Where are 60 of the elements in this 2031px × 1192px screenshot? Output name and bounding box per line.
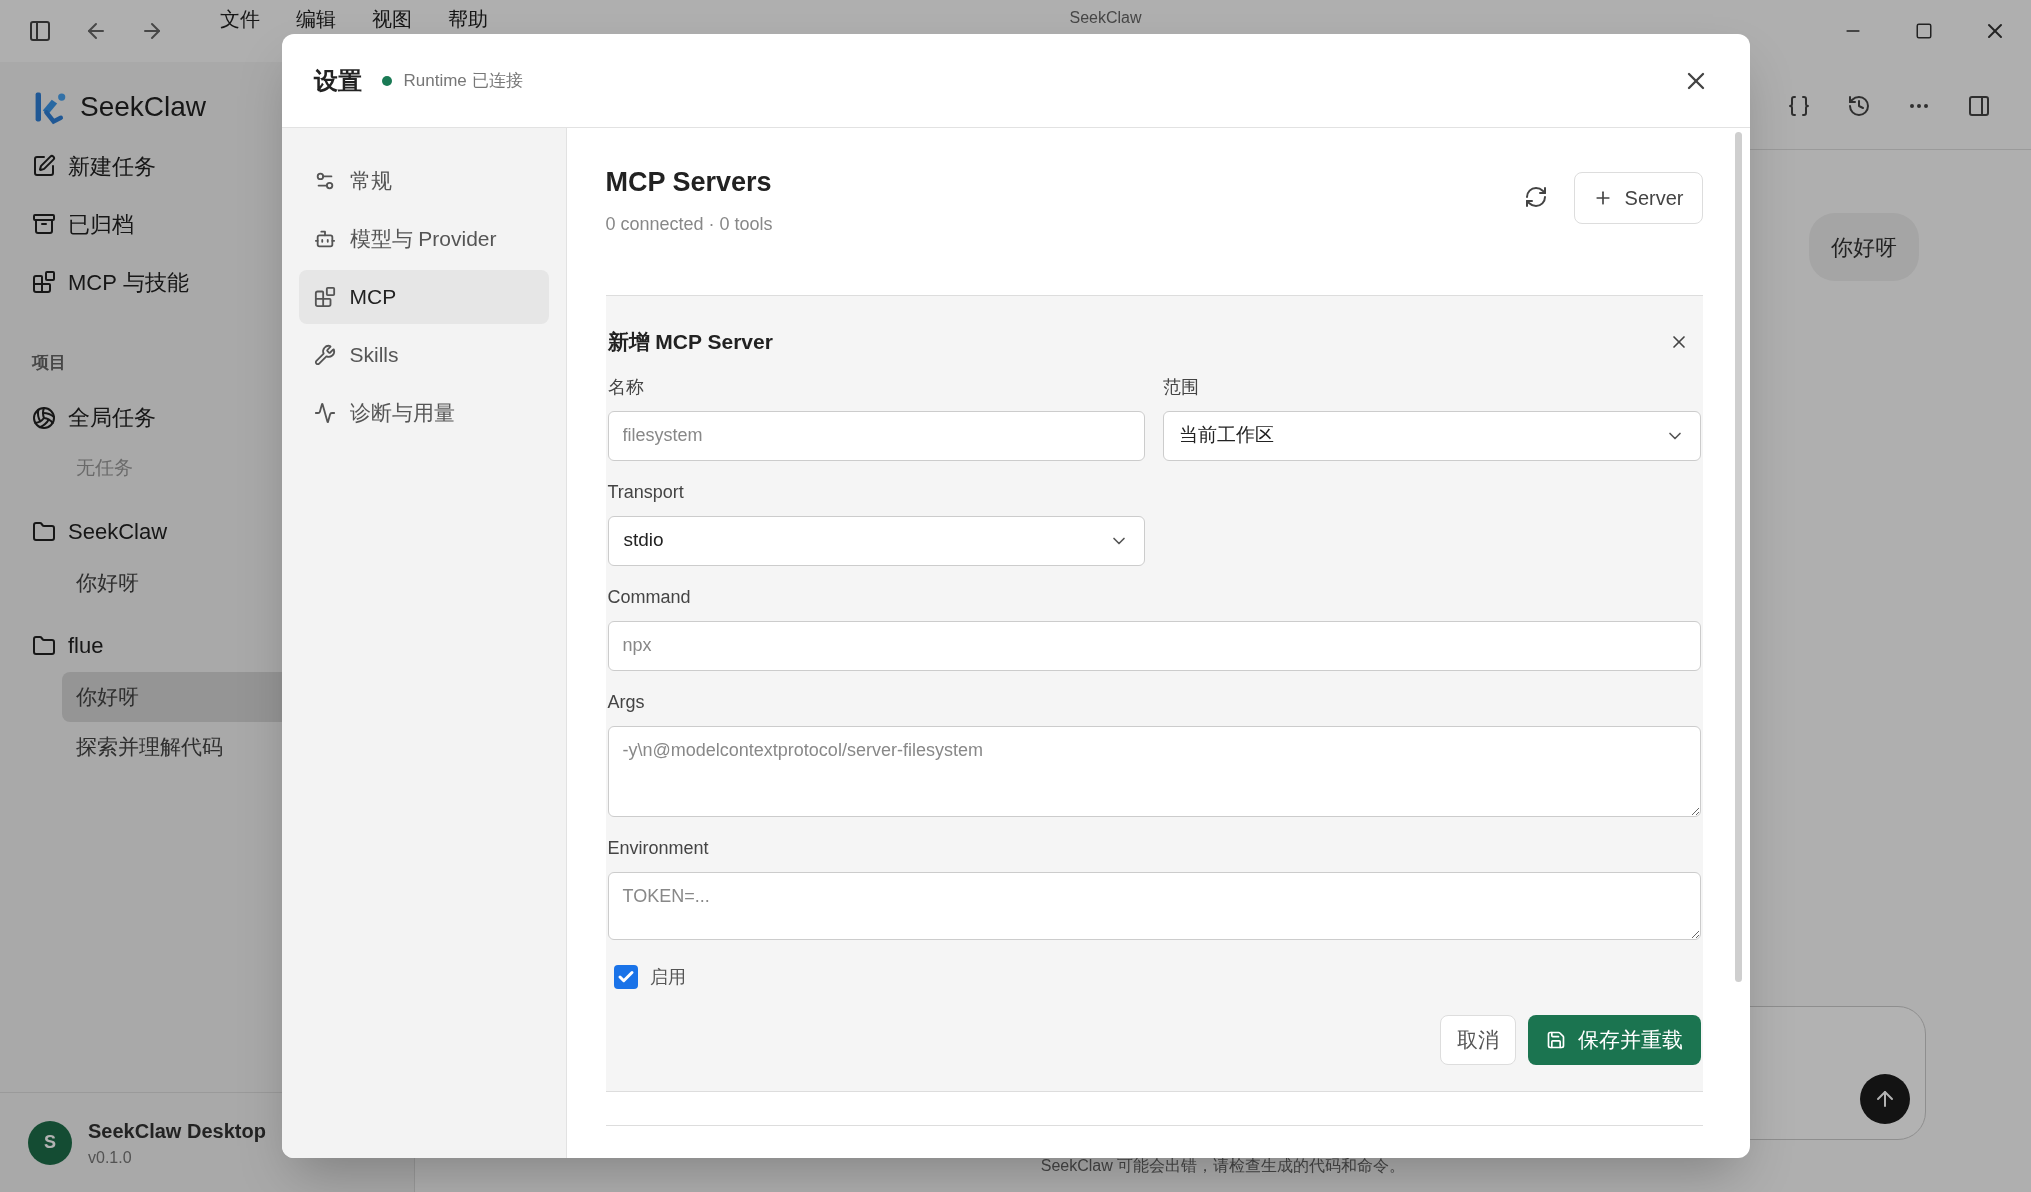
field-label: Transport	[607, 480, 685, 504]
field-label: 名称	[607, 375, 645, 399]
text-area[interactable]: TOKEN=...	[607, 871, 1701, 940]
text-field[interactable]: npx	[607, 620, 1701, 671]
add-server-button[interactable]: Server	[1573, 172, 1703, 224]
folder-icon	[32, 633, 56, 658]
section-title: MCP Servers	[605, 166, 773, 199]
settings-tab[interactable]: 模型与 Provider	[298, 212, 549, 266]
save-button[interactable]: 保存并重载	[1527, 1014, 1701, 1065]
save-icon	[1545, 1029, 1566, 1050]
history-icon[interactable]	[1847, 93, 1871, 118]
project-item[interactable]: SeekClaw	[0, 505, 414, 558]
blocks-icon	[313, 286, 336, 308]
section-heading: 项目	[32, 352, 66, 374]
folder-icon	[32, 519, 56, 544]
brand-name: SeekClaw	[80, 90, 207, 124]
menu-item[interactable]: 编辑	[296, 4, 336, 34]
sidebar-toggle-icon[interactable]	[28, 19, 52, 43]
wrench-icon	[313, 344, 336, 366]
edit-icon	[32, 154, 56, 178]
checkbox[interactable]	[613, 965, 638, 989]
menu-item[interactable]: 帮助	[448, 4, 488, 34]
field-label: Command	[607, 585, 692, 609]
refresh-icon[interactable]	[1523, 185, 1548, 209]
settings-tab[interactable]: 常规	[298, 154, 549, 208]
braces-icon[interactable]	[1787, 93, 1811, 118]
maximize-icon[interactable]	[1915, 22, 1933, 40]
status-text: Runtime 已连接	[403, 69, 523, 92]
text-field[interactable]: filesystem	[607, 410, 1145, 461]
robot-icon	[313, 228, 336, 250]
field-label: 范围	[1163, 375, 1200, 399]
ball-icon	[32, 405, 56, 430]
select-field[interactable]: stdio	[607, 515, 1145, 566]
field-label: Environment	[607, 836, 710, 860]
panel-toggle-icon[interactable]	[1967, 93, 1991, 118]
settings-tab[interactable]: 诊断与用量	[298, 386, 549, 440]
menu-item[interactable]: 文件	[220, 4, 260, 34]
pulse-icon	[313, 402, 336, 424]
message-bubble: 你好呀	[1809, 213, 1919, 281]
scrollbar[interactable]	[1734, 132, 1742, 982]
archive-icon	[32, 212, 56, 236]
settings-tab[interactable]: Skills	[298, 328, 549, 382]
blocks-icon	[32, 270, 56, 294]
text-area[interactable]: -y\n@modelcontextprotocol/server-filesystem	[607, 725, 1701, 817]
checkbox-label: 启用	[649, 965, 686, 989]
avatar: S	[28, 1120, 72, 1165]
window-title: SeekClaw	[1069, 8, 1142, 28]
send-button[interactable]	[1860, 1074, 1910, 1124]
section-subtitle: 0 connected · 0 tools	[605, 212, 773, 236]
cancel-button[interactable]: 取消	[1439, 1014, 1516, 1065]
form-title: 新增 MCP Server	[607, 329, 773, 355]
select-field[interactable]: 当前工作区	[1163, 410, 1701, 461]
version-label: v0.1.0	[88, 1147, 133, 1168]
field-label: Args	[607, 690, 646, 714]
dialog-title: 设置	[313, 65, 362, 96]
disclaimer: SeekClaw 可能会出错，请检查生成的代码和命令。	[1040, 1156, 1406, 1176]
project-item[interactable]: flue	[0, 619, 414, 672]
menu-item[interactable]: 视图	[372, 4, 412, 34]
app-name: SeekClaw Desktop	[88, 1118, 266, 1144]
settings-tab[interactable]: MCP	[298, 270, 549, 324]
